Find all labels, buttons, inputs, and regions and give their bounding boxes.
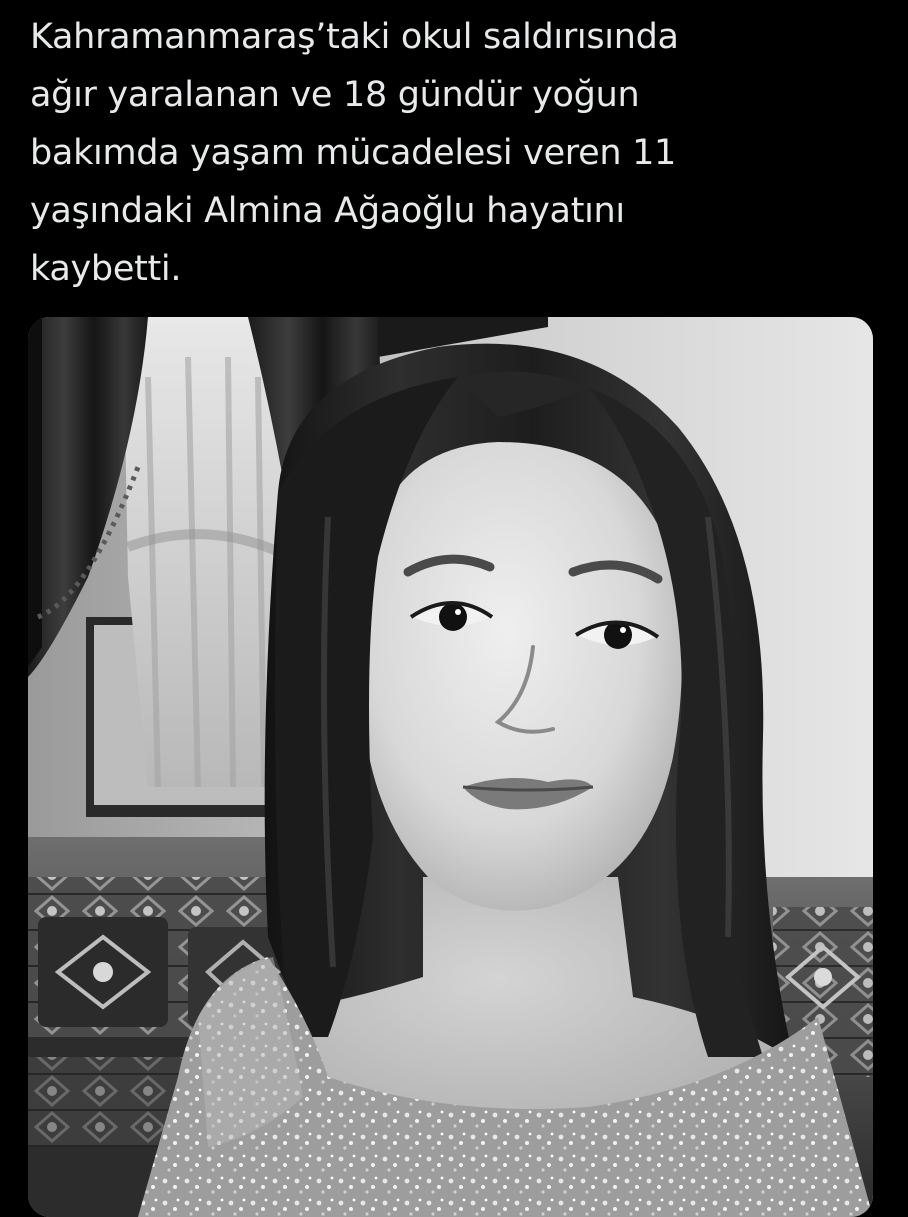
tweet-text: Kahramanmaraş’taki okul saldırısında ağı… xyxy=(30,8,880,298)
tweet-text-line: Kahramanmaraş’taki okul saldırısında xyxy=(30,17,679,57)
tweet-text-line: yaşındaki Almina Ağaoğlu hayatını xyxy=(30,191,625,231)
tweet-photo[interactable] xyxy=(28,317,873,1217)
photo-illustration xyxy=(28,317,873,1217)
tweet-text-line: bakımda yaşam mücadelesi veren 11 xyxy=(30,133,677,173)
tweet-text-line: kaybetti. xyxy=(30,249,182,289)
tweet-text-line: ağır yaralanan ve 18 gündür yoğun xyxy=(30,75,640,115)
